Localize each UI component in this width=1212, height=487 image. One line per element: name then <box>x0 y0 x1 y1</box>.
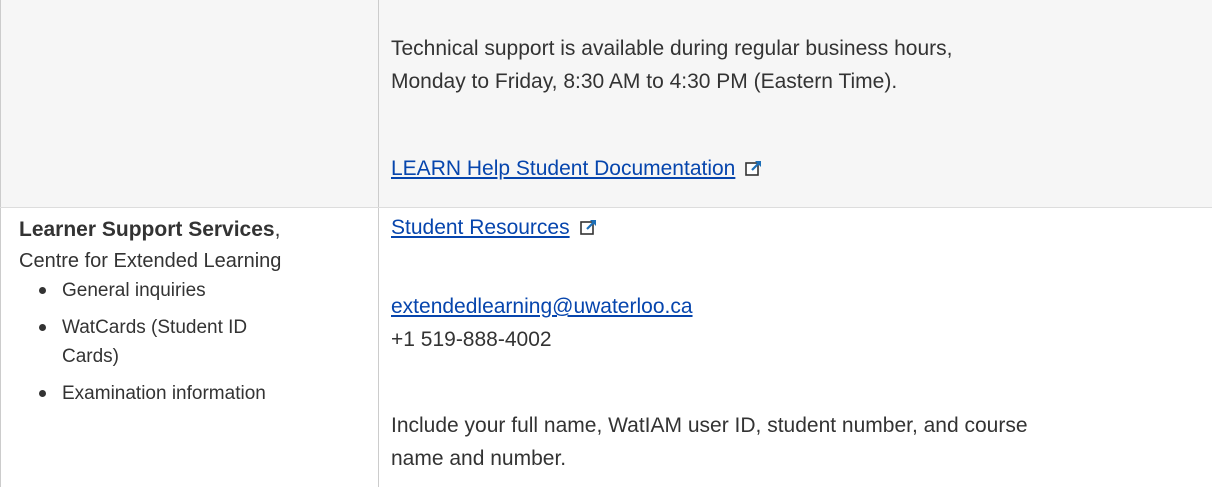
student-resources-link[interactable]: Student Resources <box>391 216 570 239</box>
support-hours-line-2: Monday to Friday, 8:30 AM to 4:30 PM (Ea… <box>391 70 898 93</box>
topic-general-inquiries: General inquiries <box>34 276 374 305</box>
support-hours-line-1: Technical support is available during re… <box>391 37 953 60</box>
learner-support-comma: , <box>274 218 281 241</box>
learner-support-org: Centre for Extended Learning <box>19 250 282 272</box>
support-topics-list: General inquiries WatCards (Student ID Ca… <box>34 276 374 408</box>
resources-link-row: Student Resources <box>391 212 598 246</box>
email-row: extendedlearning@uwaterloo.ca <box>391 291 693 323</box>
doc-link-row: LEARN Help Student Documentation <box>391 153 763 187</box>
instruction-line-1: Include your full name, WatIAM user ID, … <box>391 414 1028 437</box>
table-left-border <box>0 0 1 487</box>
instruction-line-2: name and number. <box>391 447 567 470</box>
learner-support-heading: Learner Support Services, <box>19 214 280 246</box>
phone-number: +1 519-888-4002 <box>391 328 552 351</box>
topic-watcards: WatCards (Student ID Cards) <box>34 313 374 371</box>
topic-watcards-line-2: Cards) <box>62 346 120 367</box>
external-link-icon <box>745 155 763 187</box>
support-table: Technical support is available during re… <box>0 0 1212 487</box>
row-divider <box>0 207 1212 208</box>
topic-examination-info: Examination information <box>34 379 374 408</box>
learner-support-name: Learner Support Services <box>19 218 275 241</box>
learn-help-doc-link[interactable]: LEARN Help Student Documentation <box>391 157 735 180</box>
topic-watcards-line-1: WatCards (Student ID <box>62 317 248 338</box>
external-link-icon <box>579 214 598 246</box>
column-divider <box>378 0 379 487</box>
tech-support-label-cell <box>0 0 378 207</box>
email-link[interactable]: extendedlearning@uwaterloo.ca <box>391 295 693 318</box>
